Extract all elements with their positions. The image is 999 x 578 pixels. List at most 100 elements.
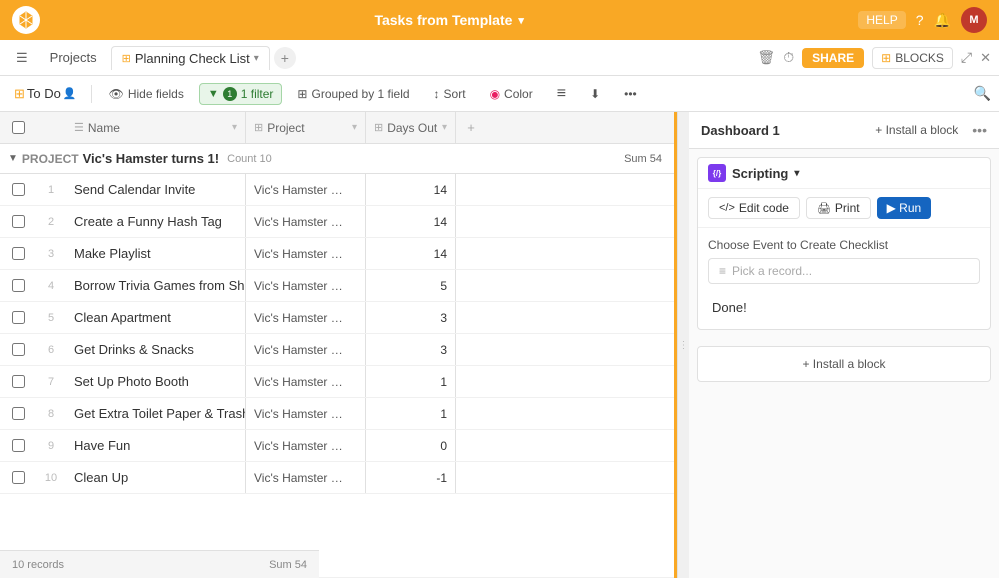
table-row[interactable]: 5 Clean Apartment Vic's Hamster … 3 (0, 302, 674, 334)
share-button[interactable]: SHARE (802, 48, 864, 68)
row-number: 8 (36, 408, 66, 420)
row-height-button[interactable]: ≡ (548, 81, 575, 107)
table-row[interactable]: 10 Clean Up Vic's Hamster … -1 (0, 462, 674, 494)
select-all-checkbox[interactable] (12, 121, 25, 134)
help-button[interactable]: HELP (858, 11, 905, 29)
scripting-dropdown-icon[interactable]: ▾ (794, 168, 799, 179)
scripting-icon-label: {/} (713, 169, 721, 178)
project-col-label: Project (267, 121, 304, 135)
row-project[interactable]: Vic's Hamster … (246, 398, 366, 429)
row-name[interactable]: Get Extra Toilet Paper & Trash Bags (66, 398, 246, 429)
more-options-button[interactable]: ••• (615, 83, 646, 105)
hamburger-menu[interactable]: ☰ (8, 46, 36, 70)
row-project[interactable]: Vic's Hamster … (246, 238, 366, 269)
search-icon[interactable]: 🔍 (974, 85, 991, 101)
row-select-checkbox[interactable] (12, 471, 25, 484)
row-select-checkbox[interactable] (12, 215, 25, 228)
history-icon[interactable]: ⏱ (783, 49, 794, 66)
row-name[interactable]: Borrow Trivia Games from Shani (66, 270, 246, 301)
row-name[interactable]: Send Calendar Invite (66, 174, 246, 205)
row-checkbox[interactable] (0, 311, 36, 324)
avatar[interactable]: M (961, 7, 987, 33)
row-name[interactable]: Clean Apartment (66, 302, 246, 333)
row-project[interactable]: Vic's Hamster … (246, 366, 366, 397)
row-select-checkbox[interactable] (12, 183, 25, 196)
row-checkbox[interactable] (0, 407, 36, 420)
table-row[interactable]: 6 Get Drinks & Snacks Vic's Hamster … 3 (0, 334, 674, 366)
panel-collapse-handle[interactable]: ⋮ (677, 112, 689, 578)
view-toggle[interactable]: ⊞ To Do 👤 (8, 83, 83, 105)
edit-code-button[interactable]: </> Edit code (708, 197, 800, 219)
title-dropdown-icon[interactable]: ▾ (518, 14, 524, 27)
row-checkbox[interactable] (0, 279, 36, 292)
row-project[interactable]: Vic's Hamster … (246, 174, 366, 205)
row-checkbox[interactable] (0, 343, 36, 356)
projects-tab[interactable]: Projects (40, 46, 107, 69)
help-question-icon[interactable]: ? (916, 12, 924, 28)
row-checkbox[interactable] (0, 439, 36, 452)
table-row[interactable]: 3 Make Playlist Vic's Hamster … 14 (0, 238, 674, 270)
th-checkbox[interactable] (0, 121, 36, 134)
row-select-checkbox[interactable] (12, 279, 25, 292)
sort-button[interactable]: ↕ Sort (425, 83, 475, 105)
row-checkbox[interactable] (0, 247, 36, 260)
install-block-bottom-button[interactable]: + Install a block (697, 346, 991, 382)
row-project[interactable]: Vic's Hamster … (246, 206, 366, 237)
run-label: ▶ Run (887, 201, 922, 215)
trash-icon[interactable]: 🗑 (757, 49, 775, 66)
row-checkbox[interactable] (0, 183, 36, 196)
group-button[interactable]: ⊞ Grouped by 1 field (288, 83, 418, 105)
tab-dropdown-icon[interactable]: ▾ (254, 53, 259, 64)
row-project[interactable]: Vic's Hamster … (246, 462, 366, 493)
row-select-checkbox[interactable] (12, 343, 25, 356)
blocks-button[interactable]: ⊞ BLOCKS (872, 47, 953, 69)
print-button[interactable]: 🖨 Print (806, 197, 871, 219)
hide-fields-button[interactable]: 👁 Hide fields (100, 83, 193, 105)
download-button[interactable]: ⬇ (581, 83, 609, 105)
print-icon: 🖨 (817, 202, 831, 215)
row-checkbox[interactable] (0, 471, 36, 484)
table-row[interactable]: 2 Create a Funny Hash Tag Vic's Hamster … (0, 206, 674, 238)
add-column-button[interactable]: + (456, 120, 486, 135)
row-select-checkbox[interactable] (12, 247, 25, 260)
color-label: Color (504, 87, 533, 101)
row-select-checkbox[interactable] (12, 375, 25, 388)
color-button[interactable]: ◉ Color (481, 83, 542, 105)
scripting-title: {/} Scripting ▾ (708, 164, 799, 182)
dashboard-more-button[interactable]: ••• (972, 122, 987, 138)
row-checkbox[interactable] (0, 375, 36, 388)
row-select-checkbox[interactable] (12, 439, 25, 452)
row-name[interactable]: Have Fun (66, 430, 246, 461)
row-project[interactable]: Vic's Hamster … (246, 430, 366, 461)
table-row[interactable]: 7 Set Up Photo Booth Vic's Hamster … 1 (0, 366, 674, 398)
row-project[interactable]: Vic's Hamster … (246, 334, 366, 365)
close-icon[interactable]: ✕ (980, 50, 991, 66)
table-row[interactable]: 4 Borrow Trivia Games from Shani Vic's H… (0, 270, 674, 302)
app-logo[interactable] (12, 6, 40, 34)
row-name[interactable]: Clean Up (66, 462, 246, 493)
project-col-dropdown[interactable]: ▾ (352, 122, 357, 133)
row-checkbox[interactable] (0, 215, 36, 228)
row-project[interactable]: Vic's Hamster … (246, 302, 366, 333)
row-select-checkbox[interactable] (12, 311, 25, 324)
planning-checklist-tab[interactable]: ⊞ Planning Check List ▾ (111, 46, 270, 70)
days-col-dropdown[interactable]: ▾ (442, 122, 447, 133)
row-name[interactable]: Get Drinks & Snacks (66, 334, 246, 365)
row-name[interactable]: Set Up Photo Booth (66, 366, 246, 397)
filter-button[interactable]: ▼ 1 1 filter (199, 83, 283, 105)
table-row[interactable]: 1 Send Calendar Invite Vic's Hamster … 1… (0, 174, 674, 206)
row-select-checkbox[interactable] (12, 407, 25, 420)
group-toggle[interactable]: ▼ (8, 153, 18, 164)
fullscreen-icon[interactable]: ⤢ (961, 49, 972, 66)
row-project[interactable]: Vic's Hamster … (246, 270, 366, 301)
add-tab-button[interactable]: + (274, 47, 296, 69)
pick-record-input[interactable]: ≡ Pick a record... (708, 258, 980, 284)
table-row[interactable]: 9 Have Fun Vic's Hamster … 0 (0, 430, 674, 462)
row-name[interactable]: Create a Funny Hash Tag (66, 206, 246, 237)
table-row[interactable]: 8 Get Extra Toilet Paper & Trash Bags Vi… (0, 398, 674, 430)
name-col-dropdown[interactable]: ▾ (232, 122, 237, 133)
run-button[interactable]: ▶ Run (877, 197, 932, 219)
notifications-icon[interactable]: 🔔 (934, 12, 951, 29)
row-name[interactable]: Make Playlist (66, 238, 246, 269)
install-block-header-button[interactable]: + Install a block (869, 120, 964, 140)
